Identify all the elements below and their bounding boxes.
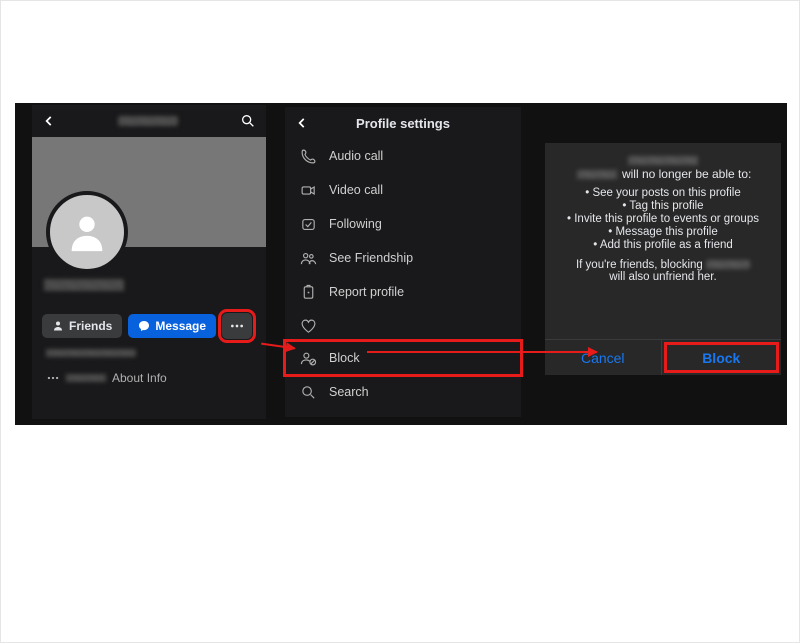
friends-label: Friends (69, 319, 112, 333)
back-icon[interactable] (295, 116, 309, 130)
message-label: Message (155, 319, 206, 333)
menu-item-following[interactable]: Following (285, 207, 521, 241)
cancel-button[interactable]: Cancel (545, 340, 662, 375)
check-icon (299, 215, 317, 233)
bullet: Invite this profile to events or groups (557, 213, 769, 225)
person-icon (52, 320, 64, 332)
bullet: See your posts on this profile (557, 187, 769, 199)
search-icon[interactable] (240, 113, 256, 129)
cover-photo (32, 137, 266, 247)
menu-item-video-call[interactable]: Video call (285, 173, 521, 207)
dialog-footer: If you're friends, blocking will also un… (557, 259, 769, 283)
back-icon[interactable] (42, 114, 56, 128)
annotation-arrow (367, 351, 597, 353)
heart-icon (299, 317, 317, 335)
menu-label: Video call (329, 183, 383, 197)
footer-suffix: will also unfriend her. (609, 271, 716, 283)
menu-label: Search (329, 385, 369, 399)
bullet: Add this profile as a friend (557, 239, 769, 251)
menu-item-friendship[interactable]: See Friendship (285, 241, 521, 275)
menu-item-audio-call[interactable]: Audio call (285, 139, 521, 173)
phone-icon (299, 147, 317, 165)
menu-item-block[interactable]: Block (285, 341, 521, 375)
info-redacted (66, 374, 106, 382)
people-icon (299, 249, 317, 267)
message-button[interactable]: Message (128, 314, 216, 338)
heading-suffix: will no longer be able to: (622, 167, 751, 181)
about-info-label: About Info (112, 371, 167, 385)
menu-item-favorite[interactable] (285, 309, 521, 341)
report-icon (299, 283, 317, 301)
block-button[interactable]: Block (664, 342, 780, 373)
menu-label: Following (329, 217, 382, 231)
name-redacted (577, 170, 617, 179)
menu-item-report[interactable]: Report profile (285, 275, 521, 309)
avatar[interactable] (46, 191, 128, 273)
menu-item-search[interactable]: Search (285, 375, 521, 409)
menu-label: Report profile (329, 285, 404, 299)
bullet: Message this profile (557, 226, 769, 238)
meta-redacted (46, 349, 136, 357)
more-icon (46, 371, 60, 385)
profile-settings-panel: Profile settings Audio call Video call F… (285, 107, 521, 417)
profile-panel: Friends Message About Info (32, 105, 266, 419)
search-icon (299, 383, 317, 401)
video-icon (299, 181, 317, 199)
messenger-icon (138, 320, 150, 332)
bullet: Tag this profile (557, 200, 769, 212)
friends-button[interactable]: Friends (42, 314, 122, 338)
display-name-redacted (44, 279, 124, 291)
menu-label: Audio call (329, 149, 383, 163)
annotation-arrow (261, 343, 295, 350)
name-redacted (628, 156, 698, 165)
block-person-icon (299, 349, 317, 367)
menu-label: See Friendship (329, 251, 413, 265)
name-redacted (706, 260, 750, 269)
menu-label: Block (329, 351, 360, 365)
block-confirm-dialog: will no longer be able to: See your post… (545, 143, 781, 375)
footer-prefix: If you're friends, blocking (576, 259, 703, 271)
dialog-bullets: See your posts on this profile Tag this … (557, 187, 769, 251)
more-button[interactable] (222, 313, 252, 339)
profile-name-redacted (118, 116, 178, 126)
block-label: Block (702, 350, 740, 366)
dialog-heading: will no longer be able to: (557, 153, 769, 181)
settings-title: Profile settings (309, 116, 497, 131)
